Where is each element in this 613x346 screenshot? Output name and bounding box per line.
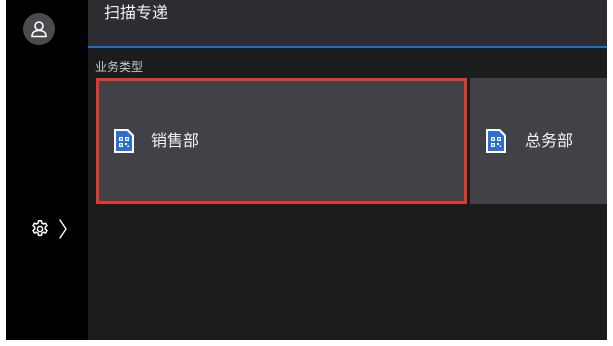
qr-document-icon — [114, 129, 134, 153]
sidebar — [6, 0, 88, 340]
header-bar: 扫描专递 — [88, 0, 607, 48]
section-label: 业务类型 — [95, 60, 144, 74]
page-title: 扫描专递 — [104, 3, 169, 22]
qr-document-icon — [486, 129, 506, 153]
user-avatar-button[interactable] — [23, 13, 55, 45]
card-sales-department[interactable]: 销售部 — [96, 78, 467, 204]
card-general-affairs-department[interactable]: 总务部 — [470, 78, 607, 204]
scan-app-screen: 扫描专递 业务类型 销售部 总务部 — [6, 0, 607, 340]
chevron-right-icon — [59, 219, 67, 239]
card-label: 总务部 — [525, 131, 574, 150]
card-label: 销售部 — [151, 131, 200, 150]
gear-icon — [32, 220, 48, 237]
settings-button[interactable] — [30, 214, 82, 244]
user-icon — [31, 21, 47, 38]
